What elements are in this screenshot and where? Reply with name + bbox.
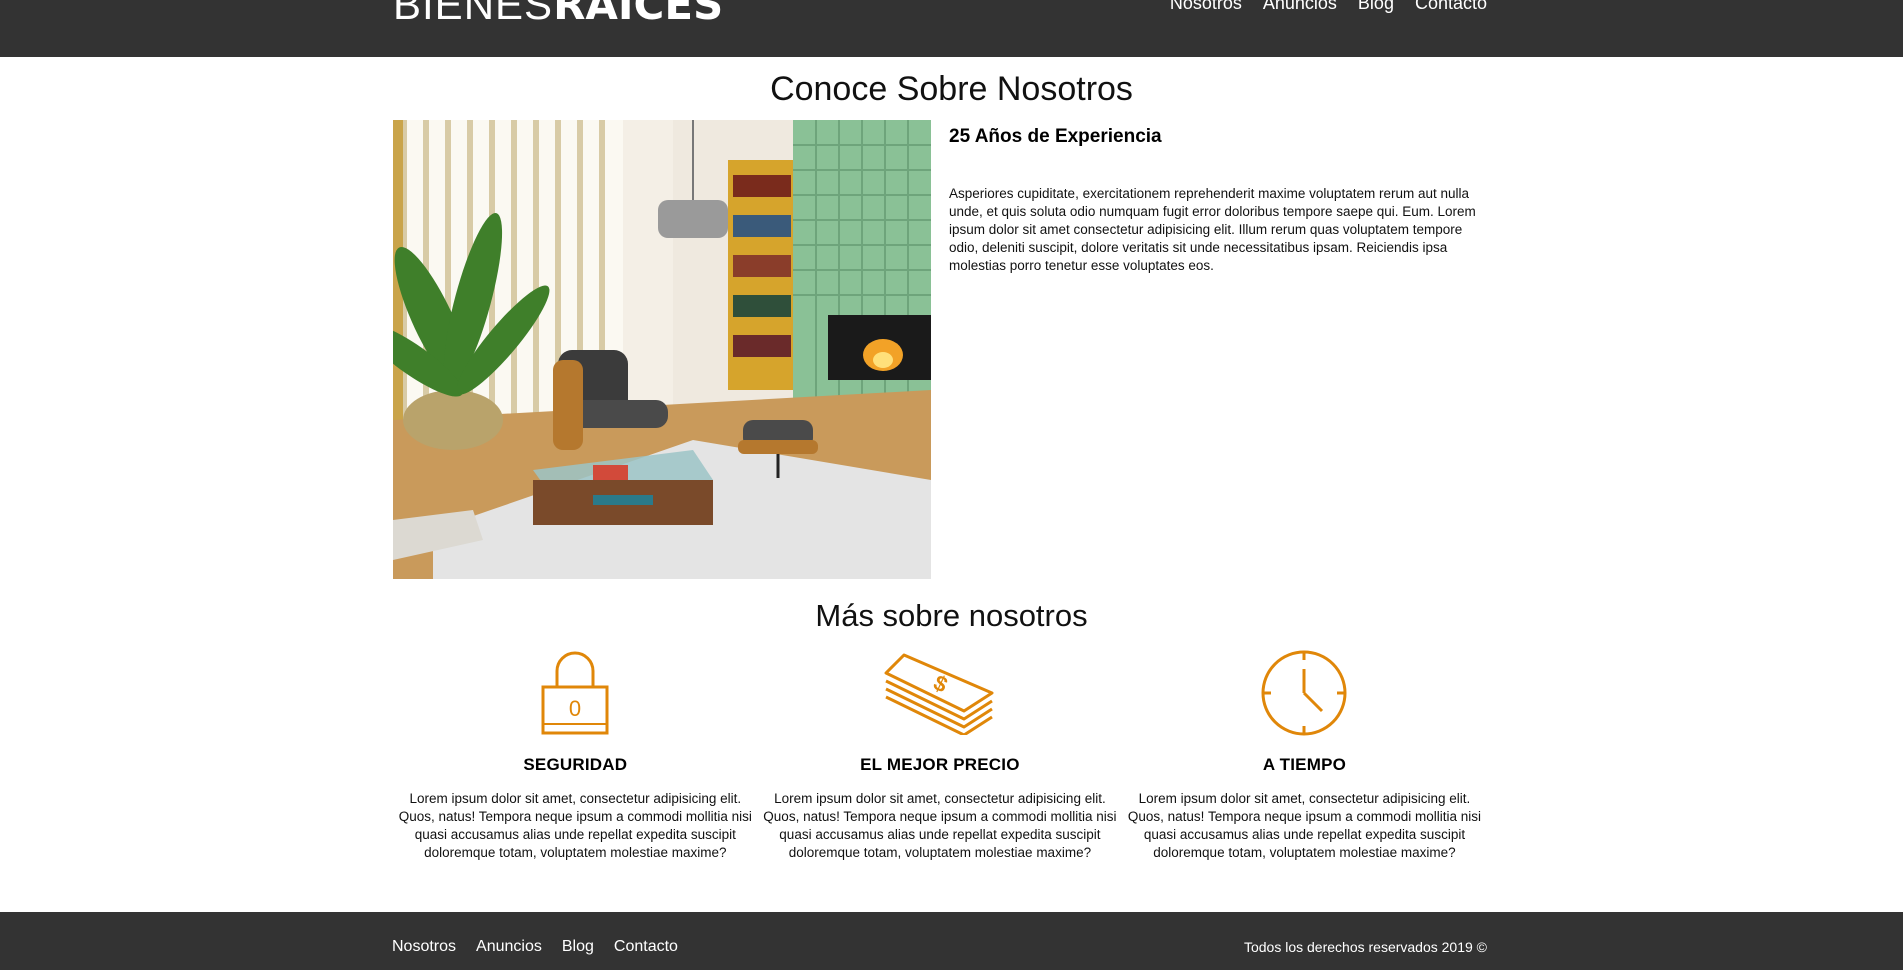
- svg-text:$: $: [930, 670, 952, 698]
- about-heading: 25 Años de Experiencia: [949, 126, 1162, 147]
- nav-link-nosotros[interactable]: Nosotros: [1170, 0, 1242, 12]
- feature-title: EL MEJOR PRECIO: [860, 755, 1020, 774]
- feature-mejor-precio: $ EL MEJOR PRECIO Lorem ipsum dolor sit …: [758, 649, 1123, 862]
- nav-link-anuncios[interactable]: Anuncios: [1263, 0, 1337, 12]
- logo-bold-text: RAICES: [553, 0, 724, 29]
- money-icon: $: [758, 649, 1123, 735]
- feature-seguridad: 0 SEGURIDAD Lorem ipsum dolor sit amet, …: [393, 649, 758, 862]
- nav-link-blog[interactable]: Blog: [1358, 0, 1394, 12]
- feature-title: A TIEMPO: [1262, 755, 1347, 774]
- logo-thin-text: BIENES: [393, 0, 554, 28]
- about-image: [393, 120, 931, 579]
- feature-text: Lorem ipsum dolor sit amet, consectetur …: [1127, 791, 1482, 860]
- lock-icon: 0: [393, 649, 758, 735]
- footer-link-anuncios[interactable]: Anuncios: [476, 939, 542, 955]
- main-nav: Nosotros Anuncios Blog Contacto: [1170, 0, 1487, 12]
- footer-link-contacto[interactable]: Contacto: [614, 939, 678, 955]
- feature-text: Lorem ipsum dolor sit amet, consectetur …: [398, 791, 752, 860]
- site-logo[interactable]: BIENESRAICES: [393, 0, 723, 26]
- about-title: Conoce Sobre Nosotros: [770, 70, 1133, 108]
- living-room-illustration: [393, 120, 931, 579]
- clock-icon: [1122, 649, 1487, 736]
- about-paragraph: Asperiores cupiditate, exercitationem re…: [949, 185, 1476, 273]
- feature-a-tiempo: A TIEMPO Lorem ipsum dolor sit amet, con…: [1122, 649, 1487, 862]
- feature-text: Lorem ipsum dolor sit amet, consectetur …: [763, 791, 1117, 860]
- site-footer: Nosotros Anuncios Blog Contacto Todos lo…: [0, 912, 1903, 970]
- copyright-text: Todos los derechos reservados 2019 ©: [1243, 939, 1487, 955]
- svg-text:0: 0: [569, 696, 581, 721]
- features-list: 0 SEGURIDAD Lorem ipsum dolor sit amet, …: [393, 649, 1487, 862]
- footer-nav: Nosotros Anuncios Blog Contacto: [392, 939, 678, 955]
- nav-link-contacto[interactable]: Contacto: [1415, 0, 1487, 12]
- more-title: Más sobre nosotros: [815, 598, 1088, 633]
- feature-title: SEGURIDAD: [523, 755, 628, 774]
- footer-link-nosotros[interactable]: Nosotros: [392, 939, 456, 955]
- footer-link-blog[interactable]: Blog: [562, 939, 594, 955]
- about-content: 25 Años de Experiencia Asperiores cupidi…: [949, 126, 1479, 275]
- site-header: BIENESRAICES Nosotros Anuncios Blog Cont…: [0, 0, 1903, 57]
